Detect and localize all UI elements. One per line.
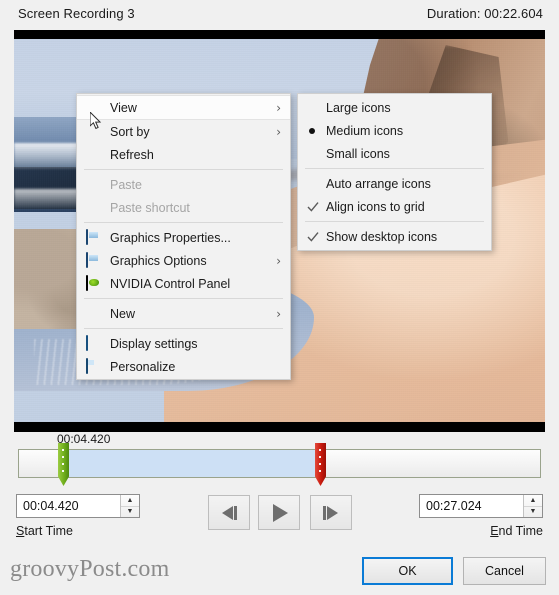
submenu-item-label: Show desktop icons: [326, 229, 438, 244]
menu-separator: [84, 328, 283, 329]
personalize-icon: [83, 357, 103, 375]
menu-separator: [84, 169, 283, 170]
menu-item-label: Paste: [110, 177, 142, 192]
handle-grip-dots: [319, 449, 321, 475]
previous-frame-icon: [222, 505, 237, 520]
chevron-right-icon: ›: [276, 253, 281, 268]
radio-selected-icon: [309, 127, 315, 134]
mouse-cursor-icon: [90, 112, 102, 130]
start-time-stepper[interactable]: ▲ ▼: [16, 494, 140, 518]
submenu-separator: [305, 221, 484, 222]
menu-item-new[interactable]: New ›: [77, 302, 290, 325]
menu-item-graphics-options[interactable]: Graphics Options ›: [77, 249, 290, 272]
submenu-separator: [305, 168, 484, 169]
submenu-item-auto-arrange-icons[interactable]: Auto arrange icons: [298, 172, 491, 195]
submenu-item-label: Medium icons: [326, 123, 404, 138]
end-time-label: End Time: [490, 524, 543, 538]
menu-item-display-settings[interactable]: Display settings: [77, 332, 290, 355]
spin-up-icon[interactable]: ▲: [121, 495, 139, 507]
submenu-item-label: Align icons to grid: [326, 199, 425, 214]
video-preview[interactable]: View › Sort by › Refresh Paste Paste sho…: [14, 30, 545, 432]
end-time-input[interactable]: [420, 495, 523, 517]
dialog-header: Screen Recording 3 Duration: 00:22.604: [0, 0, 559, 30]
end-time-spin-arrows[interactable]: ▲ ▼: [523, 495, 542, 517]
menu-item-label: Paste shortcut: [110, 200, 190, 215]
handle-grip-dots: [62, 449, 64, 475]
menu-item-refresh[interactable]: Refresh: [77, 143, 290, 166]
checkmark-icon: [307, 202, 319, 212]
menu-item-paste: Paste: [77, 173, 290, 196]
menu-item-label: Graphics Options: [110, 253, 207, 268]
menu-item-graphics-properties[interactable]: Graphics Properties...: [77, 226, 290, 249]
start-time-spin-arrows[interactable]: ▲ ▼: [120, 495, 139, 517]
letterbox-bottom: [14, 422, 545, 432]
cancel-button[interactable]: Cancel: [463, 557, 546, 585]
next-frame-button[interactable]: [310, 495, 352, 530]
menu-item-label: Sort by: [110, 124, 150, 139]
play-icon: [273, 503, 288, 522]
spin-down-icon[interactable]: ▼: [121, 507, 139, 518]
desktop-context-menu[interactable]: View › Sort by › Refresh Paste Paste sho…: [76, 93, 291, 380]
display-icon: [83, 334, 103, 352]
menu-item-label: Display settings: [110, 336, 198, 351]
menu-item-label: Refresh: [110, 147, 154, 162]
nvidia-icon: [83, 274, 103, 292]
submenu-item-small-icons[interactable]: Small icons: [298, 142, 491, 165]
submenu-item-label: Small icons: [326, 146, 390, 161]
menu-separator: [84, 222, 283, 223]
menu-icon-placeholder: [83, 177, 103, 193]
letterbox-top: [14, 30, 545, 39]
spin-up-icon[interactable]: ▲: [524, 495, 542, 507]
chevron-right-icon: ›: [276, 124, 281, 139]
trim-end-handle[interactable]: [315, 443, 326, 486]
next-frame-icon: [323, 505, 338, 520]
trim-start-handle[interactable]: [58, 443, 69, 486]
menu-item-label: Personalize: [110, 359, 176, 374]
watermark: groovyPost.com: [10, 556, 170, 582]
chevron-right-icon: ›: [276, 100, 281, 115]
view-submenu[interactable]: Large icons Medium icons Small icons Aut…: [297, 93, 492, 251]
menu-icon-placeholder: [83, 147, 103, 163]
submenu-item-large-icons[interactable]: Large icons: [298, 96, 491, 119]
previous-frame-button[interactable]: [208, 495, 250, 530]
chevron-right-icon: ›: [276, 306, 281, 321]
checkmark-icon: [307, 232, 319, 242]
menu-separator: [84, 298, 283, 299]
end-time-stepper[interactable]: ▲ ▼: [419, 494, 543, 518]
menu-item-view[interactable]: View ›: [77, 95, 290, 120]
duration-label: Duration: 00:22.604: [426, 6, 543, 21]
submenu-item-label: Large icons: [326, 100, 391, 115]
page-title: Screen Recording 3: [18, 6, 135, 21]
spin-down-icon[interactable]: ▼: [524, 507, 542, 518]
submenu-item-show-desktop-icons[interactable]: Show desktop icons: [298, 225, 491, 248]
graphics-icon: [83, 228, 103, 246]
menu-item-nvidia-control-panel[interactable]: NVIDIA Control Panel: [77, 272, 290, 295]
submenu-item-align-icons-to-grid[interactable]: Align icons to grid: [298, 195, 491, 218]
start-time-input[interactable]: [17, 495, 120, 517]
submenu-item-label: Auto arrange icons: [326, 176, 431, 191]
menu-item-label: View: [110, 100, 137, 115]
timeline-selection-range[interactable]: [63, 450, 320, 477]
menu-icon-placeholder: [83, 200, 103, 216]
menu-item-label: New: [110, 306, 136, 321]
play-button[interactable]: [258, 495, 300, 530]
menu-item-sort-by[interactable]: Sort by ›: [77, 120, 290, 143]
trim-video-dialog: Screen Recording 3 Duration: 00:22.604 V…: [0, 0, 559, 595]
menu-item-personalize[interactable]: Personalize: [77, 355, 290, 378]
start-time-label: Start Time: [16, 524, 73, 538]
menu-item-label: NVIDIA Control Panel: [110, 276, 231, 291]
menu-item-label: Graphics Properties...: [110, 230, 231, 245]
menu-item-paste-shortcut: Paste shortcut: [77, 196, 290, 219]
menu-icon-placeholder: [83, 306, 103, 322]
submenu-item-medium-icons[interactable]: Medium icons: [298, 119, 491, 142]
ok-button[interactable]: OK: [362, 557, 453, 585]
graphics-icon: [83, 251, 103, 269]
